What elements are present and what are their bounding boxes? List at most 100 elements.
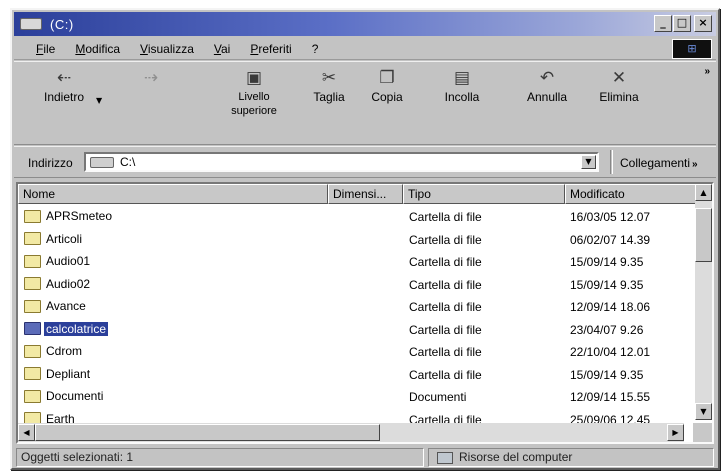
file-name-cell[interactable]: APRSmeteo xyxy=(24,209,114,223)
file-name: Audio02 xyxy=(46,276,91,291)
file-name-cell[interactable]: Audio01 xyxy=(24,254,92,268)
file-type: Documenti xyxy=(409,390,467,404)
file-type: Cartella di file xyxy=(409,322,482,337)
file-name-cell[interactable]: Articoli xyxy=(24,232,84,246)
back-button[interactable]: ⇠ Indietro ▼ xyxy=(34,66,102,142)
folder-icon xyxy=(24,367,41,380)
explorer-window: (C:) _ □ × File Modifica Visualizza Vai … xyxy=(10,8,720,470)
menu-edit[interactable]: Modifica xyxy=(75,42,120,56)
address-dropdown-icon[interactable]: ▼ xyxy=(581,155,596,169)
minimize-button[interactable]: _ xyxy=(654,15,672,32)
status-zone-label: Risorse del computer xyxy=(459,450,573,464)
horizontal-scroll-thumb[interactable] xyxy=(35,424,380,441)
scissors-icon: ✂ xyxy=(321,68,337,88)
scroll-up-icon[interactable]: ▲ xyxy=(695,184,712,201)
undo-label: Annulla xyxy=(526,90,568,104)
file-name: Cdrom xyxy=(46,344,83,358)
address-bar: Indirizzo C:\ ▼ Collegamenti» xyxy=(14,146,716,178)
file-type: Cartella di file xyxy=(409,255,482,269)
file-name-cell[interactable]: Avance xyxy=(24,299,88,313)
file-name: Audio01 xyxy=(46,254,91,268)
scroll-down-icon[interactable]: ▼ xyxy=(695,403,712,420)
file-name: Articoli xyxy=(46,231,83,246)
computer-icon xyxy=(437,451,453,464)
column-header-size[interactable]: Dimensi... xyxy=(328,184,403,204)
table-row[interactable]: Avance Cartella di file 12/09/14 18.06 xyxy=(18,296,704,319)
delete-label: Elimina xyxy=(599,90,639,104)
table-row[interactable]: Documenti Documenti 12/09/14 15.55 xyxy=(18,386,704,409)
menu-view[interactable]: Visualizza xyxy=(140,42,194,56)
folder-icon xyxy=(24,344,41,358)
up-level-button[interactable]: ▣ Livello superiore xyxy=(214,66,294,142)
window-title: (C:) xyxy=(50,16,74,32)
table-row[interactable]: Cdrom Cartella di file 22/10/04 12.01 xyxy=(18,341,704,364)
table-row[interactable]: Depliant Cartella di file 15/09/14 9.35 xyxy=(18,364,704,387)
file-list-view[interactable]: Nome Dimensi... Tipo Modificato APRSmete… xyxy=(16,182,714,444)
menu-help[interactable]: ? xyxy=(312,42,319,56)
back-dropdown-icon[interactable]: ▼ xyxy=(96,96,102,105)
file-name-cell[interactable]: Documenti xyxy=(24,389,105,403)
menu-file[interactable]: File xyxy=(36,42,55,56)
file-rows: APRSmeteo Cartella di file 16/03/05 12.07 A… xyxy=(18,206,704,431)
address-input[interactable]: C:\ ▼ xyxy=(84,152,599,172)
file-type: Cartella di file xyxy=(409,345,482,359)
paste-button[interactable]: ▤ Incolla xyxy=(434,66,490,142)
table-row[interactable]: APRSmeteo Cartella di file 16/03/05 12.07 xyxy=(18,206,704,229)
forward-button[interactable]: ⇢ xyxy=(126,66,176,142)
scroll-left-icon[interactable]: ◀ xyxy=(18,424,35,441)
table-row[interactable]: Audio01 Cartella di file 15/09/14 9.35 xyxy=(18,251,704,274)
cut-button[interactable]: ✂ Taglia xyxy=(304,66,354,142)
horizontal-scrollbar[interactable]: ◀ ▶ xyxy=(18,423,684,442)
copy-button[interactable]: ❐ Copia xyxy=(362,66,412,142)
folder-icon xyxy=(24,232,41,245)
table-row[interactable]: calcolatrice Cartella di file 23/04/07 9.2… xyxy=(18,319,704,342)
status-bar: Oggetti selezionati: 1 Risorse del compu… xyxy=(14,447,716,468)
toolbar-more-chevron-icon[interactable]: » xyxy=(704,66,710,77)
copy-icon: ❐ xyxy=(379,68,395,88)
undo-icon: ↶ xyxy=(539,68,555,88)
title-bar[interactable]: (C:) _ □ × xyxy=(14,12,716,36)
address-label: Indirizzo xyxy=(28,156,73,170)
file-modified: 22/10/04 12.01 xyxy=(570,345,651,359)
windows-logo-icon: ⊞ xyxy=(672,39,712,59)
links-separator xyxy=(610,150,613,174)
links-chevron-icon: » xyxy=(692,159,698,170)
file-name-cell[interactable]: Audio02 xyxy=(24,277,92,291)
folder-icon xyxy=(24,209,41,223)
file-name: Documenti xyxy=(46,389,104,403)
file-name-cell[interactable]: Depliant xyxy=(24,367,92,381)
up-folder-icon: ▣ xyxy=(245,68,263,88)
delete-button[interactable]: ✕ Elimina xyxy=(591,66,647,142)
vertical-scroll-thumb[interactable] xyxy=(695,208,712,262)
up-level-label: Livello superiore xyxy=(231,91,277,117)
links-label: Collegamenti xyxy=(620,156,691,170)
forward-arrow-icon: ⇢ xyxy=(143,68,159,88)
file-modified: 15/09/14 9.35 xyxy=(570,367,644,382)
folder-icon xyxy=(24,277,41,290)
menu-go[interactable]: Vai xyxy=(214,42,230,56)
column-header-type[interactable]: Tipo xyxy=(403,184,565,204)
file-modified: 12/09/14 15.55 xyxy=(570,390,651,404)
scroll-right-icon[interactable]: ▶ xyxy=(667,424,684,441)
delete-x-icon: ✕ xyxy=(611,68,627,88)
maximize-button[interactable]: □ xyxy=(673,15,691,32)
vertical-scrollbar[interactable]: ▲ ▼ xyxy=(695,184,712,420)
file-name-cell[interactable]: calcolatrice xyxy=(24,320,110,337)
scrollbar-corner xyxy=(693,423,712,442)
file-name: APRSmeteo xyxy=(46,209,113,223)
file-name: Depliant xyxy=(46,366,91,381)
menu-favorites[interactable]: Preferiti xyxy=(250,42,291,56)
file-modified: 12/09/14 18.06 xyxy=(570,300,651,314)
close-button[interactable]: × xyxy=(694,15,712,32)
table-row[interactable]: Audio02 Cartella di file 15/09/14 9.35 xyxy=(18,274,704,297)
column-header-modified[interactable]: Modificato xyxy=(565,184,704,204)
file-name-cell[interactable]: Cdrom xyxy=(24,344,84,358)
folder-icon xyxy=(24,299,41,313)
drive-icon xyxy=(20,18,42,30)
status-zone: Risorse del computer xyxy=(428,448,714,467)
undo-button[interactable]: ↶ Annulla xyxy=(519,66,575,142)
window-controls: _ □ × xyxy=(654,15,712,32)
table-row[interactable]: Articoli Cartella di file 06/02/07 14.39 xyxy=(18,229,704,252)
column-header-name[interactable]: Nome xyxy=(18,184,328,204)
links-button[interactable]: Collegamenti» xyxy=(620,156,698,170)
